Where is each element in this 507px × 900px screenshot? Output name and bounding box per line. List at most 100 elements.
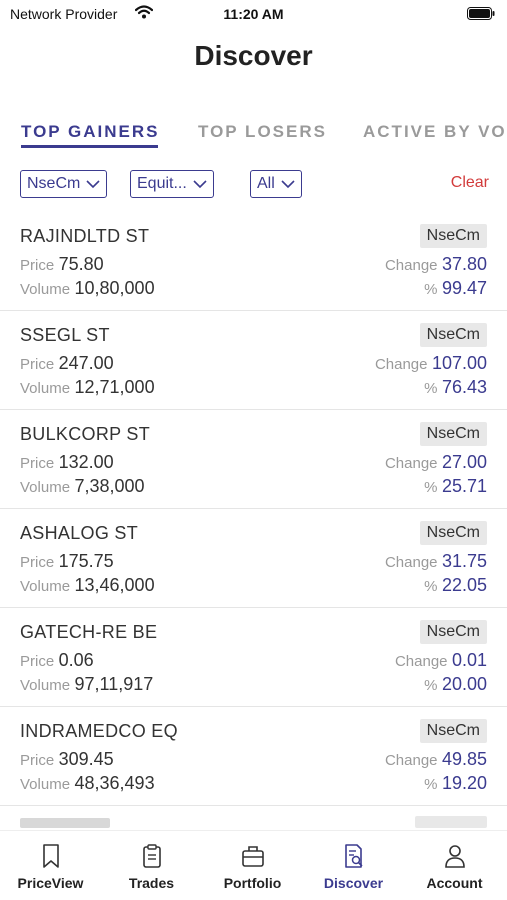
exchange-filter-label: NseCm [27,175,81,192]
percent-value: 19.20 [441,773,487,793]
bottom-nav: PriceView Trades Portfolio Discover Acco… [0,830,507,900]
price-value: 247.00 [58,353,114,373]
exchange-badge: NseCm [419,224,487,248]
exchange-badge: NseCm [419,521,487,545]
segment-filter-label: Equit... [137,175,187,192]
volume-value: 10,80,000 [74,278,155,298]
list-item[interactable]: BULKCORP ST Price 132.00 Volume 7,38,000… [0,410,507,509]
volume-value: 13,46,000 [74,575,155,595]
change-label: Change [384,257,438,274]
symbol-name: INDRAMEDCO EQ [20,721,178,741]
symbol-name: GATECH-RE BE [20,622,158,642]
price-value: 175.75 [58,551,114,571]
volume-label: Volume [20,776,71,793]
list-item[interactable]: ASHALOG ST Price 175.75 Volume 13,46,000… [0,509,507,608]
change-label: Change [384,752,438,769]
nav-label: Trades [128,875,175,891]
symbol-placeholder [20,818,110,828]
percent-label: % [424,578,438,595]
briefcase-icon [241,846,264,867]
volume-value: 12,71,000 [74,377,155,397]
change-value: 107.00 [431,353,487,373]
volume-label: Volume [20,479,71,496]
list-item[interactable]: INDRAMEDCO EQ Price 309.45 Volume 48,36,… [0,707,507,806]
tab-active-by-volume[interactable]: ACTIVE BY VO [363,122,507,142]
volume-label: Volume [20,281,71,298]
clear-filters-button[interactable]: Clear [451,174,489,192]
tab-top-gainers[interactable]: TOP GAINERS [21,122,160,142]
tab-bar: TOP GAINERS TOP LOSERS ACTIVE BY VO [0,120,507,154]
percent-label: % [424,479,438,496]
price-value: 75.80 [58,254,104,274]
change-value: 27.00 [441,452,487,472]
exchange-badge: NseCm [419,323,487,347]
volume-value: 7,38,000 [74,476,145,496]
price-label: Price [20,653,55,670]
change-label: Change [394,653,448,670]
volume-label: Volume [20,380,71,397]
list-item[interactable]: SSEGL ST Price 247.00 Volume 12,71,000 N… [0,311,507,410]
percent-value: 25.71 [441,476,487,496]
gainers-list: RAJINDLTD ST Price 75.80 Volume 10,80,00… [0,212,507,830]
status-time: 11:20 AM [223,6,284,22]
price-label: Price [20,356,55,373]
nav-trades[interactable]: Trades [101,843,202,891]
active-tab-indicator [21,145,158,148]
price-label: Price [20,257,55,274]
percent-label: % [424,281,438,298]
volume-value: 48,36,493 [74,773,155,793]
exchange-badge: NseCm [419,719,487,743]
volume-value: 97,11,917 [74,674,154,694]
price-value: 132.00 [58,452,114,472]
change-value: 49.85 [441,749,487,769]
nav-account[interactable]: Account [404,843,505,891]
symbol-name: SSEGL ST [20,325,110,345]
nav-priceview[interactable]: PriceView [0,843,101,891]
symbol-name: BULKCORP ST [20,424,151,444]
nav-label: PriceView [17,875,84,891]
page-title: Discover [194,40,313,71]
chevron-down-icon [281,179,295,188]
clipboard-icon [142,844,161,868]
change-label: Change [374,356,428,373]
change-label: Change [384,455,438,472]
change-value: 31.75 [441,551,487,571]
list-item[interactable]: GATECH-RE BE Price 0.06 Volume 97,11,917… [0,608,507,707]
exchange-badge: NseCm [419,422,487,446]
chevron-down-icon [193,179,207,188]
user-icon [444,845,465,868]
percent-value: 20.00 [441,674,487,694]
discover-icon [344,844,363,868]
change-label: Change [384,554,438,571]
filter-bar: NseCm Equit... All Clear [0,170,507,198]
percent-value: 99.47 [441,278,487,298]
list-item[interactable]: RAJINDLTD ST Price 75.80 Volume 10,80,00… [0,212,507,311]
nav-label: Discover [323,875,384,891]
symbol-name: ASHALOG ST [20,523,139,543]
group-filter-label: All [257,175,275,192]
list-item-partial[interactable] [0,806,507,828]
percent-value: 76.43 [441,377,487,397]
exchange-badge-placeholder [415,816,487,828]
percent-label: % [424,776,438,793]
exchange-filter-dropdown[interactable]: NseCm [20,170,108,198]
tab-top-losers[interactable]: TOP LOSERS [198,122,327,142]
volume-label: Volume [20,578,71,595]
exchange-badge: NseCm [419,620,487,644]
price-value: 309.45 [58,749,114,769]
status-bar: Network Provider 11:20 AM [0,0,507,28]
change-value: 37.80 [441,254,487,274]
nav-label: Account [426,875,483,891]
symbol-name: RAJINDLTD ST [20,226,150,246]
price-label: Price [20,554,55,571]
group-filter-dropdown[interactable]: All [250,170,302,198]
segment-filter-dropdown[interactable]: Equit... [130,170,214,198]
price-label: Price [20,455,55,472]
nav-discover[interactable]: Discover [303,843,404,891]
nav-label: Portfolio [223,875,282,891]
percent-label: % [424,380,438,397]
percent-value: 22.05 [441,575,487,595]
chevron-down-icon [86,179,100,188]
nav-portfolio[interactable]: Portfolio [202,843,303,891]
price-label: Price [20,752,55,769]
